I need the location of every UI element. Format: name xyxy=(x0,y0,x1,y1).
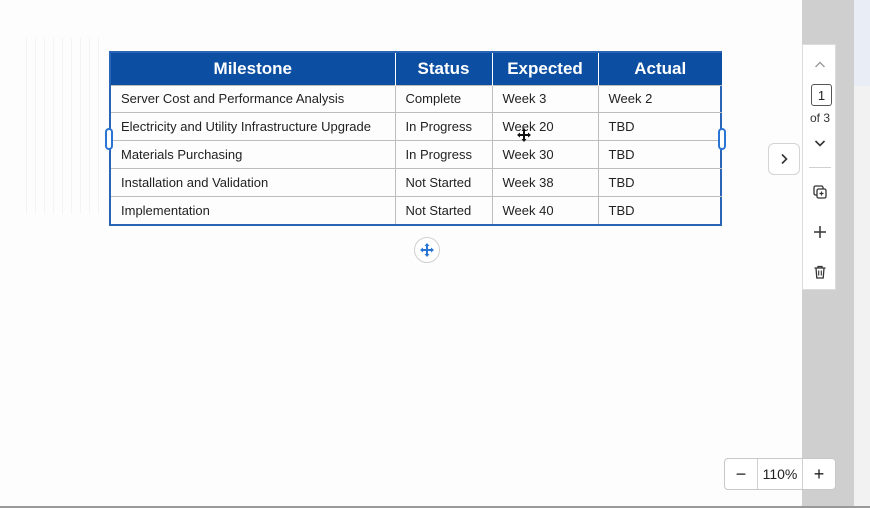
table-row: Installation and Validation Not Started … xyxy=(111,168,722,197)
cell-milestone[interactable]: Server Cost and Performance Analysis xyxy=(111,84,396,113)
cell-status[interactable]: In Progress xyxy=(395,140,493,169)
chevron-up-icon xyxy=(815,61,825,68)
cell-status[interactable]: Not Started xyxy=(395,196,493,224)
delete-page-button[interactable] xyxy=(803,262,837,282)
cell-expected[interactable]: Week 30 xyxy=(492,140,599,169)
cell-milestone[interactable]: Installation and Validation xyxy=(111,168,396,197)
milestone-table[interactable]: Milestone Status Expected Actual Server … xyxy=(109,51,722,226)
cell-milestone[interactable]: Implementation xyxy=(111,196,396,224)
cell-actual[interactable]: TBD xyxy=(598,140,722,169)
duplicate-page-icon xyxy=(813,185,827,199)
cell-milestone[interactable]: Electricity and Utility Infrastructure U… xyxy=(111,112,396,141)
zoom-out-button[interactable]: − xyxy=(725,459,757,489)
cell-expected[interactable]: Week 40 xyxy=(492,196,599,224)
previous-page-button[interactable] xyxy=(803,55,837,75)
chevron-right-icon xyxy=(781,153,788,165)
next-page-down-button[interactable] xyxy=(803,133,837,153)
next-page-button[interactable] xyxy=(768,143,800,175)
table-row: Implementation Not Started Week 40 TBD xyxy=(111,196,722,224)
right-strip-highlight xyxy=(854,0,870,86)
cell-actual[interactable]: TBD xyxy=(598,168,722,197)
table-header-row: Milestone Status Expected Actual xyxy=(111,53,722,85)
add-page-button[interactable] xyxy=(803,222,837,242)
cell-actual[interactable]: Week 2 xyxy=(598,84,722,113)
table-row: Electricity and Utility Infrastructure U… xyxy=(111,112,722,141)
trash-icon xyxy=(814,265,826,279)
duplicate-page-button[interactable] xyxy=(803,182,837,202)
table-row: Materials Purchasing In Progress Week 30… xyxy=(111,140,722,169)
current-page-number[interactable]: 1 xyxy=(811,84,832,106)
page-count-label: of 3 xyxy=(809,111,830,125)
cell-actual[interactable]: TBD xyxy=(598,112,722,141)
cell-expected[interactable]: Week 38 xyxy=(492,168,599,197)
move-arrows-icon xyxy=(420,243,434,257)
cell-expected[interactable]: Week 20 xyxy=(492,112,599,141)
cell-status[interactable]: Complete xyxy=(395,84,493,113)
zoom-control: − 110% + xyxy=(724,458,836,490)
faint-ruler-lines xyxy=(26,38,106,214)
zoom-in-button[interactable]: + xyxy=(803,459,835,489)
header-expected[interactable]: Expected xyxy=(492,53,599,85)
cell-status[interactable]: In Progress xyxy=(395,112,493,141)
header-actual[interactable]: Actual xyxy=(598,53,722,85)
resize-handle-left[interactable] xyxy=(105,128,113,150)
page-navigator-panel: 1 of 3 xyxy=(802,44,836,290)
resize-handle-right[interactable] xyxy=(718,128,726,150)
panel-divider xyxy=(809,167,831,168)
header-status[interactable]: Status xyxy=(395,53,493,85)
cell-milestone[interactable]: Materials Purchasing xyxy=(111,140,396,169)
header-milestone[interactable]: Milestone xyxy=(111,53,396,85)
cell-status[interactable]: Not Started xyxy=(395,168,493,197)
move-cursor-icon xyxy=(517,128,531,142)
chevron-down-icon xyxy=(814,140,826,147)
cell-expected[interactable]: Week 3 xyxy=(492,84,599,113)
add-page-icon xyxy=(814,226,826,238)
cell-actual[interactable]: TBD xyxy=(598,196,722,224)
zoom-level-value[interactable]: 110% xyxy=(757,459,803,489)
move-handle-button[interactable] xyxy=(414,237,440,263)
table-row: Server Cost and Performance Analysis Com… xyxy=(111,84,722,113)
